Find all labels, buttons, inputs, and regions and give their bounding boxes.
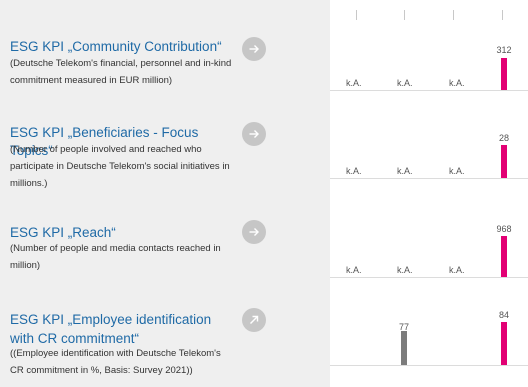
current-year-bar: [501, 322, 507, 365]
value-not-available: k.A.: [449, 166, 465, 176]
value-not-available: k.A.: [449, 78, 465, 88]
current-year-bar: [501, 58, 507, 90]
arrow-up-right-icon: [250, 315, 259, 324]
arrow-right-icon: [249, 45, 259, 53]
row-baseline: [330, 277, 528, 278]
open-kpi-button[interactable]: [242, 122, 266, 146]
bar-value-label: 312: [496, 45, 512, 55]
bar-value-label: 968: [496, 224, 512, 234]
kpi-description: (Number of people and media contacts rea…: [10, 243, 221, 271]
value-not-available: k.A.: [397, 78, 413, 88]
bar-value-label: 84: [498, 310, 509, 320]
column-tick: [356, 10, 357, 20]
kpi-title-community-contribution[interactable]: ESG KPI „Community Contribution“: [10, 38, 230, 56]
value-not-available: k.A.: [346, 166, 362, 176]
column-tick: [453, 10, 454, 20]
value-not-available: k.A.: [397, 265, 413, 275]
row-baseline: [330, 365, 528, 366]
kpi-chart-panel: [330, 0, 528, 387]
row-baseline: [330, 178, 528, 179]
prior-year-bar: [401, 331, 407, 365]
value-not-available: k.A.: [449, 265, 465, 275]
kpi-description: ((Employee identification with Deutsche …: [10, 348, 221, 376]
arrow-right-icon: [249, 228, 259, 236]
value-not-available: k.A.: [397, 166, 413, 176]
open-kpi-button[interactable]: [242, 37, 266, 61]
value-not-available: k.A.: [346, 78, 362, 88]
kpi-description: (Number of people involved and reached w…: [10, 144, 230, 189]
value-not-available: k.A.: [346, 265, 362, 275]
current-year-bar: [501, 145, 507, 178]
arrow-right-icon: [249, 130, 259, 138]
bar-value-label: 28: [498, 133, 509, 143]
row-baseline: [330, 90, 528, 91]
column-tick: [404, 10, 405, 20]
column-tick: [502, 10, 503, 20]
kpi-description: (Deutsche Telekom's financial, personnel…: [10, 58, 232, 86]
open-kpi-button[interactable]: [242, 308, 266, 332]
open-kpi-button[interactable]: [242, 220, 266, 244]
current-year-bar: [501, 236, 507, 277]
kpi-title-employee-identification[interactable]: ESG KPI „Employee identification with CR…: [10, 310, 230, 348]
